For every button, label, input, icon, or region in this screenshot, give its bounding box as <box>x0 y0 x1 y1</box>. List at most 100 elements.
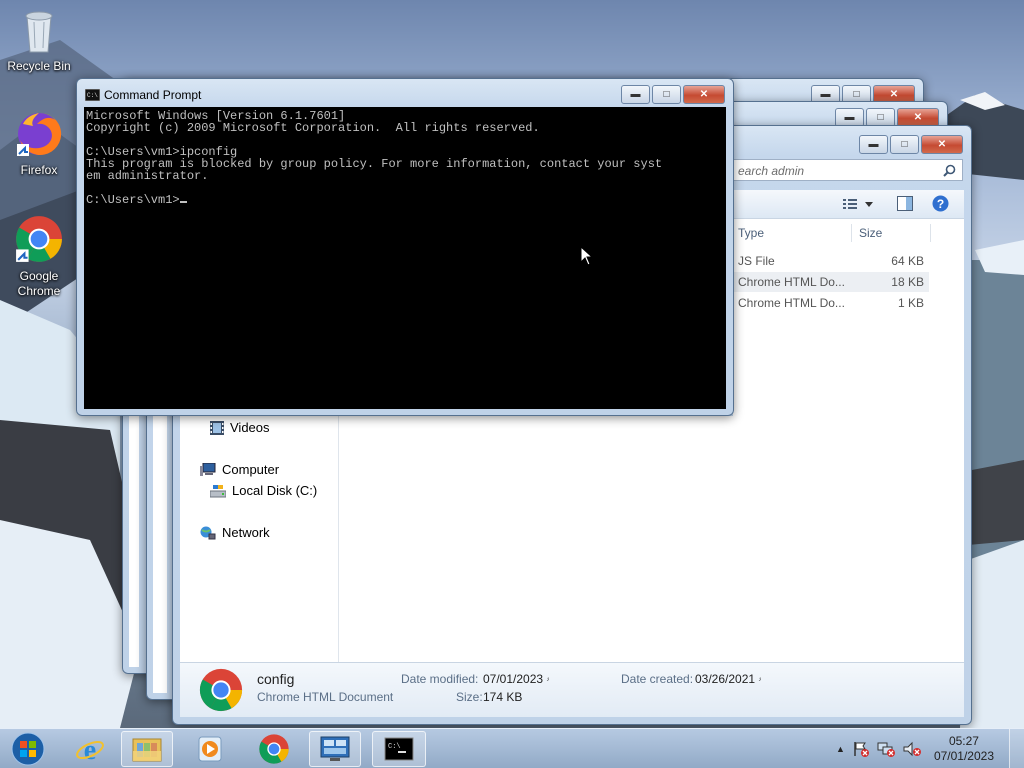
nav-item-local-disk[interactable]: Local Disk (C:) <box>210 483 317 498</box>
file-type: JS File <box>738 254 775 268</box>
search-icon[interactable] <box>943 164 956 177</box>
chrome-icon <box>259 734 289 764</box>
clock[interactable]: 05:27 07/01/2023 <box>934 734 994 764</box>
svg-text:e: e <box>84 735 96 764</box>
network-status-icon[interactable] <box>877 741 895 757</box>
navigation-pane: Videos Computer Local Disk (C:) Network <box>180 416 339 662</box>
control-panel-icon <box>320 736 350 761</box>
details-pane: config Chrome HTML Document Date modifie… <box>180 662 964 717</box>
nav-item-label: Network <box>222 525 270 540</box>
column-header-type[interactable]: Type <box>738 222 764 244</box>
details-size: 174 KB <box>483 690 523 704</box>
console-line: Copyright (c) 2009 Microsoft Corporation… <box>86 121 540 135</box>
console-prompt-line: C:\Users\vm1> <box>86 194 724 206</box>
file-type: Chrome HTML Do... <box>738 275 845 289</box>
videos-icon <box>210 420 224 435</box>
search-placeholder: earch admin <box>738 164 805 178</box>
details-date-modified-label: Date modified: <box>401 672 479 686</box>
maximize-button[interactable]: □ <box>890 135 919 154</box>
network-icon <box>200 526 216 539</box>
system-tray: ▲ <box>836 729 921 768</box>
desktop-icon-firefox[interactable]: Firefox <box>4 110 74 178</box>
file-size: 1 KB <box>897 296 924 310</box>
command-prompt-window[interactable]: C:\ Command Prompt ▬ □ ✕ Microsoft Windo… <box>76 78 734 416</box>
cmd-window-icon: C:\ <box>85 89 100 101</box>
file-size: 64 KB <box>891 254 924 268</box>
maximize-button[interactable]: □ <box>652 85 681 104</box>
recycle-bin-icon <box>25 11 53 53</box>
clock-time: 05:27 <box>948 734 979 748</box>
taskbar-chrome[interactable] <box>248 731 300 767</box>
chrome-icon <box>16 216 62 262</box>
file-row-selected[interactable]: Chrome HTML Do... 18 KB <box>733 272 929 292</box>
internet-explorer-icon: e <box>76 735 104 764</box>
folder-icon <box>132 738 162 762</box>
nav-item-label: Local Disk (C:) <box>232 483 318 498</box>
taskbar: e C:\ ▲ 05:27 07/01/2023 <box>0 728 1024 768</box>
window-title: Command Prompt <box>104 88 202 102</box>
console-output[interactable]: Microsoft Windows [Version 6.1.7601] Cop… <box>84 107 726 409</box>
clock-date: 07/01/2023 <box>933 749 994 763</box>
console-line: em administrator. <box>86 169 209 183</box>
nav-item-videos[interactable]: Videos <box>210 420 270 435</box>
nav-item-label: Videos <box>230 420 270 435</box>
search-input[interactable]: earch admin <box>733 159 963 181</box>
svg-text:?: ? <box>937 197 944 211</box>
taskbar-file-explorer[interactable] <box>121 731 173 767</box>
svg-text:C:\: C:\ <box>87 92 98 99</box>
preview-pane-icon[interactable] <box>897 196 913 211</box>
desktop-icon-google-chrome[interactable]: Google Chrome <box>4 214 74 299</box>
details-date-created-label: Date created: <box>621 672 694 686</box>
desktop-icon-label: Firefox <box>20 163 58 177</box>
column-divider <box>930 224 931 242</box>
file-size: 18 KB <box>891 275 924 289</box>
explorer-toolbar: ? <box>733 190 964 219</box>
help-icon[interactable]: ? <box>932 195 949 212</box>
minimize-button[interactable]: ▬ <box>859 135 888 154</box>
start-button[interactable] <box>2 731 54 767</box>
column-divider <box>851 224 852 242</box>
mouse-pointer-icon <box>580 246 593 266</box>
taskbar-internet-explorer[interactable]: e <box>64 731 116 767</box>
details-file-kind: Chrome HTML Document <box>257 690 394 704</box>
window-pane <box>153 412 167 693</box>
volume-muted-icon[interactable] <box>903 741 921 757</box>
show-hidden-icons-icon[interactable]: ▲ <box>836 744 845 754</box>
firefox-icon <box>17 112 62 156</box>
nav-item-network[interactable]: Network <box>200 525 270 540</box>
desktop-icon-label: Recycle Bin <box>7 59 71 73</box>
svg-text:C:\: C:\ <box>388 743 401 751</box>
details-size-label: Size: <box>456 690 483 704</box>
command-prompt-icon: C:\ <box>384 737 414 761</box>
console-prompt: C:\Users\vm1> <box>86 193 180 207</box>
window-pane <box>129 409 139 667</box>
nav-item-label: Computer <box>222 462 280 477</box>
details-date-created[interactable]: 03/26/2021 ۥ <box>695 672 761 687</box>
computer-icon <box>200 462 216 476</box>
desktop-icon-label: Google Chrome <box>17 269 61 298</box>
nav-item-computer[interactable]: Computer <box>200 462 279 477</box>
close-button[interactable]: ✕ <box>683 85 725 104</box>
file-row[interactable]: JS File 64 KB <box>733 251 929 271</box>
action-center-flag-icon[interactable] <box>853 741 869 757</box>
details-date-modified[interactable]: 07/01/2023 ۥ <box>483 672 549 687</box>
media-player-icon <box>198 736 222 762</box>
file-type: Chrome HTML Do... <box>738 296 845 310</box>
minimize-button[interactable]: ▬ <box>621 85 650 104</box>
view-options-icon[interactable] <box>843 198 873 210</box>
file-row[interactable]: Chrome HTML Do... 1 KB <box>733 293 929 313</box>
close-button[interactable]: ✕ <box>921 135 963 154</box>
column-header-size[interactable]: Size <box>859 222 882 244</box>
taskbar-media-player[interactable] <box>184 731 236 767</box>
drive-icon <box>210 484 226 497</box>
taskbar-command-prompt[interactable]: C:\ <box>372 731 426 767</box>
taskbar-control-panel[interactable] <box>309 731 361 767</box>
show-desktop-button[interactable] <box>1009 729 1024 768</box>
text-cursor <box>179 201 187 203</box>
window-controls: ▬ □ ✕ <box>621 85 725 104</box>
window-controls: ▬ □ ✕ <box>859 135 963 154</box>
file-list-lower <box>338 416 964 662</box>
desktop-icon-recycle-bin[interactable]: Recycle Bin <box>4 6 74 74</box>
details-file-name: config <box>257 671 295 687</box>
